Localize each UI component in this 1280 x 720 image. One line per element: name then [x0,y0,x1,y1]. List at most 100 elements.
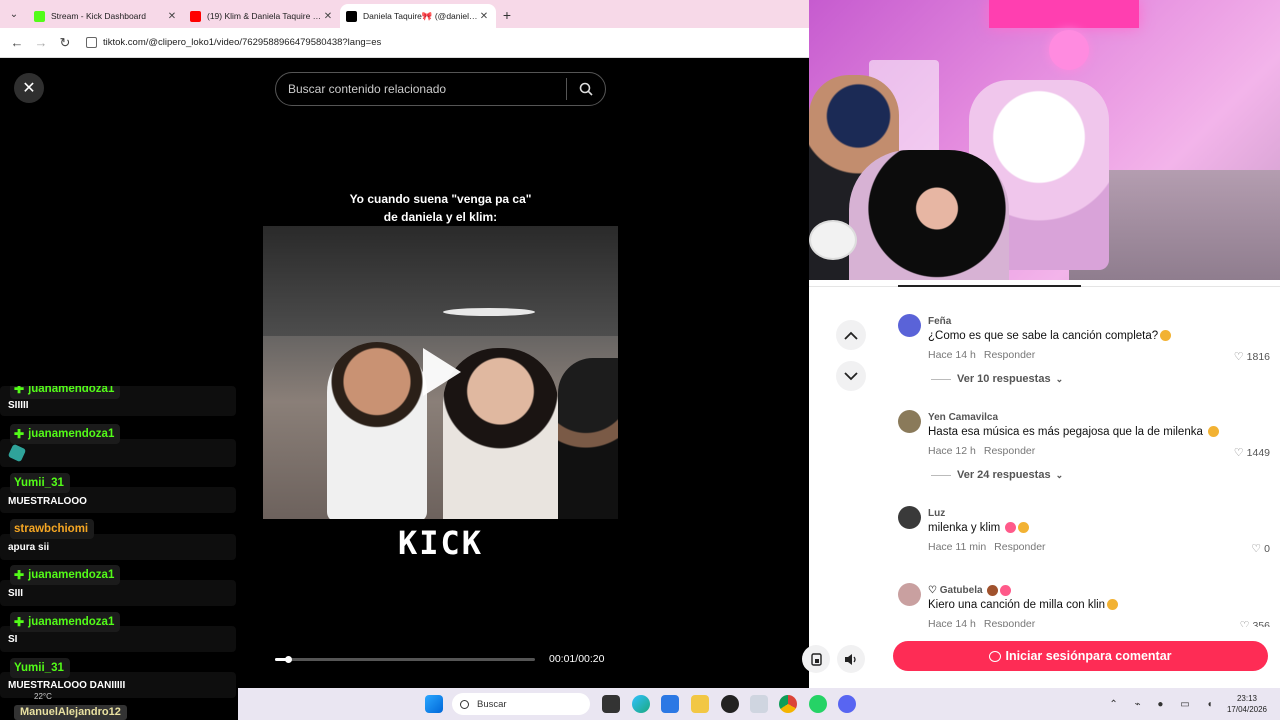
chat-message: ✚ juanamendoza1 SIIIII [0,386,236,416]
comment-time: Hace 11 min [928,541,987,553]
comment-username-text: ♡ Gatubela [928,585,983,597]
plus-badge-icon: ✚ [14,568,25,582]
caption-line-2: de daniela y el klim: [383,210,498,224]
food-plate [809,220,857,260]
comment-meta: Hace 11 min Responder [928,541,1046,553]
taskbar-search[interactable]: Buscar [452,693,590,715]
tray-chevron-up-icon[interactable]: ⌃ [1109,699,1117,710]
tab-list-chevron-icon[interactable]: ⌄ [4,4,24,24]
video-frame[interactable] [263,226,618,519]
comments-fade [881,628,1280,640]
caption-line-1: Yo cuando suena "venga pa ca" [349,192,532,206]
like-button[interactable]: ♡ 0 [1251,542,1270,556]
search-icon[interactable] [567,82,605,96]
close-tab-icon[interactable]: ✕ [478,11,490,22]
chat-username: strawbchiomi [14,523,89,535]
chat-username-badge: ✚ juanamendoza1 [10,565,121,585]
chat-message: strawbchiomi apura sii [0,519,236,560]
store-icon[interactable] [661,695,679,713]
avatar[interactable] [898,410,921,433]
plus-badge-icon: ✚ [14,615,25,629]
comment-text-body: Hasta esa música es más pegajosa que la … [928,426,1203,438]
close-video-button[interactable]: ✕ [14,73,44,103]
reply-button[interactable]: Responder [984,618,1035,627]
avatar[interactable] [898,506,921,529]
video-player[interactable]: Buscar contenido relacionado Yo cuando s… [263,58,618,688]
tab-tiktok[interactable]: Daniela Taquire🎀 (@danielata ✕ [340,4,496,28]
comment-username[interactable]: Luz [928,508,945,519]
plus-badge-icon: ✚ [14,386,25,396]
site-info-icon[interactable] [86,37,97,48]
previous-video-button[interactable] [836,320,866,350]
streamer-woman [849,150,1009,280]
reload-icon[interactable]: ↻ [54,32,76,54]
back-arrow-icon[interactable]: ← [6,32,28,54]
progress-knob[interactable] [285,656,292,663]
reply-button[interactable]: Responder [984,445,1035,457]
comment-time: Hace 12 h [928,445,976,457]
comment-meta: Hace 14 h Responder [928,349,1035,361]
address-bar: ← → ↻ tiktok.com/@clipero_loko1/video/76… [0,28,809,58]
close-tab-icon[interactable]: ✕ [322,11,334,22]
display-icon[interactable]: ▭ [1180,699,1189,710]
tab-title: (19) Klim & Daniela Taquire - Vi [207,11,322,21]
like-button[interactable]: ♡ 1816 [1234,350,1270,364]
url-field[interactable]: tiktok.com/@clipero_loko1/video/76295889… [86,37,381,48]
comment-username[interactable]: ♡ Gatubela [928,585,1011,596]
comment-text: Kiero una canción de milla con klin [928,599,1119,611]
reply-button[interactable]: Responder [984,349,1035,361]
chat-text: SIII [8,588,24,599]
view-replies-button[interactable]: Ver 10 respuestas ⌄ [931,373,1063,385]
close-tab-icon[interactable]: ✕ [166,11,178,22]
heart-icon: ♡ [1251,543,1262,555]
view-replies-button[interactable]: Ver 24 respuestas ⌄ [931,469,1063,481]
discord-icon[interactable] [838,695,856,713]
reply-button[interactable]: Responder [994,541,1045,553]
comment-username[interactable]: Yen Camavilca [928,412,998,423]
avatar[interactable] [898,583,921,606]
like-count: 356 [1252,619,1270,628]
new-tab-plus-icon[interactable]: + [496,4,518,26]
network-icon[interactable]: ⌁ [1135,699,1141,710]
obs-icon[interactable] [721,695,739,713]
comment-text: Hasta esa música es más pegajosa que la … [928,426,1219,438]
windows-start-icon[interactable] [425,695,443,713]
avatar[interactable] [898,314,921,337]
app-icon[interactable] [750,695,768,713]
system-tray: ⌃ ⌁ ● ▭ ◖ [1101,693,1221,715]
whatsapp-icon[interactable] [809,695,827,713]
login-to-comment-button[interactable]: Iniciar sesiónpara comentar [893,641,1268,671]
search-icon [460,699,469,709]
taskbar-clock[interactable]: 23:13 17/04/2026 [1222,693,1272,715]
picture-in-picture-button[interactable] [802,645,830,673]
search-input[interactable]: Buscar contenido relacionado [288,82,566,96]
kick-chat-overlay: ✚ juanamendoza1 SIIIII ✚ juanamendoza1 Yum… [0,386,238,720]
edge-icon[interactable] [632,695,650,713]
taskbar-search-label: Buscar [477,698,507,710]
person-right [558,358,618,519]
file-explorer-icon[interactable] [691,695,709,713]
comment-username[interactable]: Feña [928,316,951,327]
video-progress-bar[interactable] [275,656,535,663]
replies-line [931,474,951,476]
tab-kick-dashboard[interactable]: Stream - Kick Dashboard ✕ [28,4,184,28]
comment-text: milenka y klim [928,522,1030,534]
microphone-icon[interactable]: ● [1157,699,1163,710]
next-video-button[interactable] [836,361,866,391]
speaker-icon[interactable]: ◖ [1207,699,1213,710]
comments-panel: Feña ¿Como es que se sabe la canción com… [802,280,1280,688]
play-icon[interactable] [423,348,461,396]
like-button[interactable]: ♡ 356 [1240,619,1270,628]
related-search-bar[interactable]: Buscar contenido relacionado [275,72,606,106]
forward-arrow-icon[interactable]: → [30,32,52,54]
chat-text: MUESTRALOOO DANIIIII [8,680,126,691]
chrome-icon[interactable] [779,695,797,713]
kick-watermark: KICK [397,524,484,562]
neon-sign [989,0,1139,28]
tab-youtube[interactable]: (19) Klim & Daniela Taquire - Vi ✕ [184,4,340,28]
laughing-emoji-icon [1207,426,1219,438]
task-view-icon[interactable] [602,695,620,713]
volume-button[interactable] [837,645,865,673]
windows-taskbar: Buscar ⌃ ⌁ ● ▭ ◖ 23:13 17/04/2026 [238,688,1280,720]
like-button[interactable]: ♡ 1449 [1234,446,1270,460]
